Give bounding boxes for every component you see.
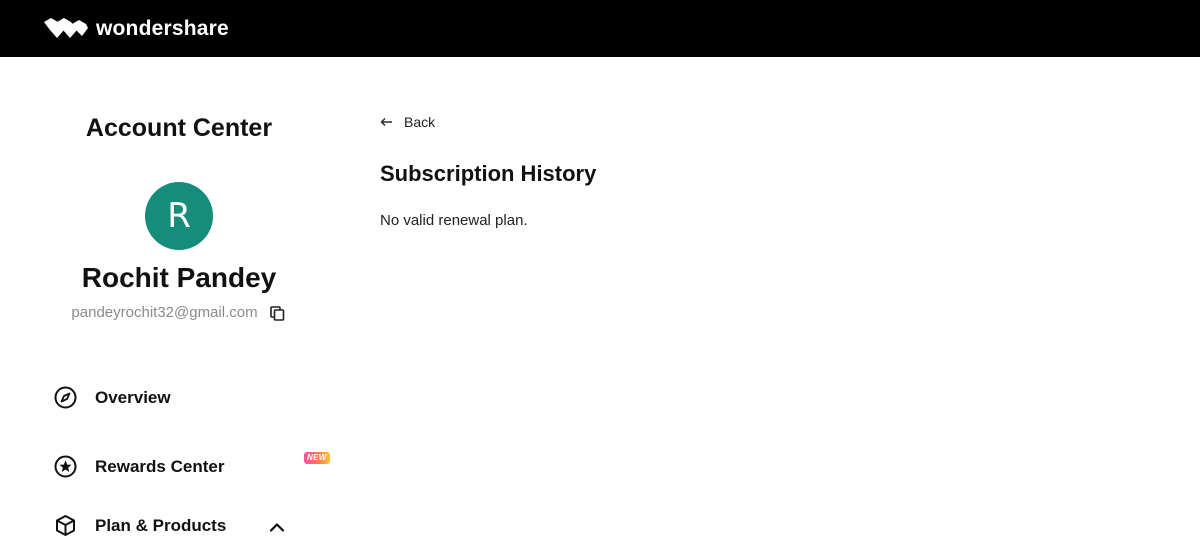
- brand-name: wondershare: [96, 16, 229, 40]
- email-row: pandeyrochit32@gmail.com: [0, 302, 358, 322]
- nav-label-overview: Overview: [95, 387, 171, 407]
- star-badge-icon: [54, 455, 77, 478]
- avatar: R: [145, 182, 213, 250]
- top-header: wondershare: [0, 0, 1200, 57]
- nav-label-plan-products: Plan & Products: [95, 515, 227, 535]
- brand-logo[interactable]: wondershare: [44, 17, 229, 41]
- nav-item-rewards-center[interactable]: Rewards Center: [54, 455, 224, 478]
- arrow-left-icon: [380, 118, 392, 126]
- nav-item-overview[interactable]: Overview: [54, 386, 171, 409]
- copy-icon: [270, 305, 285, 321]
- user-name: Rochit Pandey: [81, 262, 277, 293]
- empty-state-message: No valid renewal plan.: [380, 212, 528, 229]
- back-label: Back: [404, 114, 436, 130]
- new-badge: NEW: [304, 452, 330, 464]
- sidebar: Account Center R Rochit Pandey pandeyroc…: [0, 57, 360, 559]
- copy-email-button[interactable]: [269, 304, 287, 322]
- page-title: Subscription History: [380, 161, 597, 186]
- chevron-up-icon: [269, 523, 285, 532]
- compass-icon: [54, 386, 77, 409]
- collapse-plan-products-toggle[interactable]: [267, 517, 287, 537]
- nav-label-rewards-center: Rewards Center: [95, 456, 225, 476]
- avatar-initial: R: [167, 196, 191, 236]
- wondershare-logo-icon: [44, 17, 88, 38]
- user-email: pandeyrochit32@gmail.com: [71, 303, 258, 321]
- account-center-title: Account Center: [85, 114, 273, 142]
- back-link[interactable]: Back: [380, 114, 435, 130]
- box-icon: [54, 514, 77, 537]
- nav-item-plan-products[interactable]: Plan & Products: [54, 514, 226, 537]
